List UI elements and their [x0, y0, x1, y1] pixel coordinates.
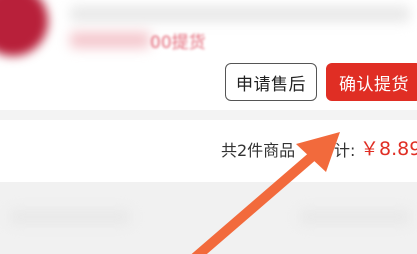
blurred-row [70, 6, 410, 22]
bottom-area [0, 182, 417, 254]
confirm-pickup-button[interactable]: 确认提货 [326, 63, 417, 101]
after-sale-button[interactable]: 申请售后 [225, 63, 317, 101]
blurred-tag [70, 32, 150, 48]
total-price: ￥8.89 [360, 138, 417, 160]
section-divider [0, 110, 417, 120]
order-screen: 00提货 申请售后 确认提货 共2件商品 计: ￥8.89 [0, 0, 417, 254]
blurred-status-text: 00提货 [150, 33, 206, 53]
item-count: 共2件商品 [221, 141, 296, 160]
order-card: 00提货 申请售后 确认提货 [0, 0, 417, 110]
store-avatar [0, 0, 48, 56]
blurred-row [300, 210, 410, 224]
total-label: 计: [334, 141, 356, 160]
blurred-row [10, 210, 130, 224]
